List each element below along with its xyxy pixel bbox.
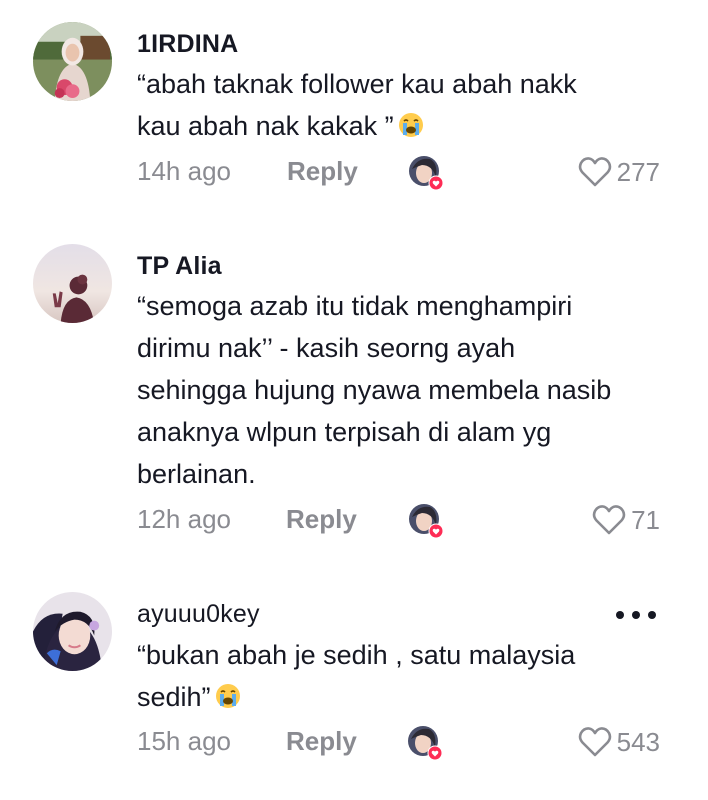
like-count: 543 bbox=[616, 726, 660, 757]
dot-icon bbox=[648, 611, 656, 619]
comment-item: ayuuu0key “bukan abah je sedih , satu ma… bbox=[0, 0, 708, 800]
creator-liked-avatar-icon bbox=[407, 725, 443, 761]
more-options-button[interactable] bbox=[616, 611, 656, 619]
loudly-crying-face-icon bbox=[215, 684, 240, 708]
dot-icon bbox=[632, 611, 640, 619]
dot-icon bbox=[616, 611, 624, 619]
comment-text-content: “bukan abah je sedih , satu malaysia sed… bbox=[137, 640, 576, 712]
comment-text: “bukan abah je sedih , satu malaysia sed… bbox=[137, 634, 657, 718]
like-button[interactable]: 543 bbox=[577, 726, 660, 758]
comment-timestamp: 15h ago bbox=[137, 726, 231, 756]
avatar[interactable] bbox=[33, 592, 112, 671]
reply-button[interactable]: Reply bbox=[286, 726, 357, 757]
heart-outline-icon bbox=[578, 727, 611, 757]
comment-username[interactable]: ayuuu0key bbox=[137, 600, 260, 629]
